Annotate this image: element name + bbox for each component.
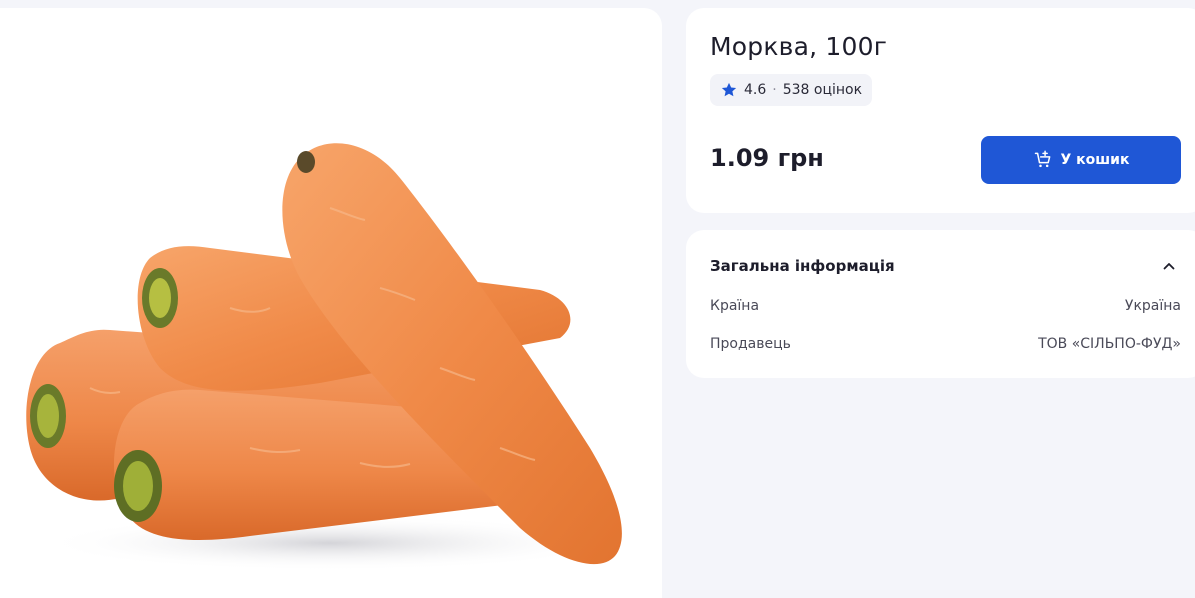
cart-add-icon [1034, 150, 1050, 168]
product-price: 1.09 грн [710, 144, 824, 172]
rating-separator: · [772, 82, 777, 98]
chevron-up-icon[interactable] [1161, 258, 1177, 274]
star-icon [721, 82, 737, 97]
info-value: Україна [1124, 298, 1181, 314]
carrot-photo [26, 143, 622, 571]
add-to-cart-label: У кошик [1060, 152, 1130, 168]
general-info-toggle[interactable]: Загальна інформація [710, 254, 1181, 278]
section-title: Загальна інформація [710, 257, 895, 275]
info-label: Країна [710, 298, 760, 314]
info-row-country: Країна Україна [710, 298, 1181, 314]
rating-badge[interactable]: 4.6 · 538 оцінок [710, 74, 873, 106]
info-value: ТОВ «СІЛЬПО-ФУД» [1038, 336, 1181, 352]
rating-count: 538 оцінок [782, 82, 863, 98]
product-title: Морква, 100г [710, 32, 888, 61]
info-row-seller: Продавець ТОВ «СІЛЬПО-ФУД» [710, 336, 1181, 352]
product-info-card: Морква, 100г 4.6 · 538 оцінок 1.09 грн У… [686, 8, 1195, 213]
add-to-cart-button[interactable]: У кошик [981, 136, 1181, 184]
general-info-card: Загальна інформація Країна Україна Прода… [686, 230, 1195, 378]
product-image-card [0, 8, 662, 598]
rating-value: 4.6 [744, 82, 767, 98]
info-label: Продавець [710, 336, 791, 352]
